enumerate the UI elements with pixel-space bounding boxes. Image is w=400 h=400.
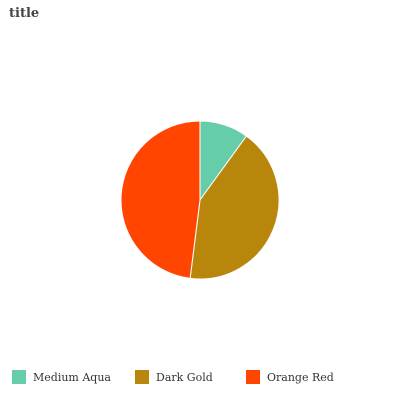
pie-slice-orange-red: [120, 120, 201, 279]
legend-label-orange-red: Orange Red: [267, 370, 334, 384]
legend-label-medium-aqua: Medium Aqua: [33, 370, 111, 384]
legend-swatch-medium-aqua: [12, 370, 26, 384]
legend-swatch-orange-red: [246, 370, 260, 384]
legend-item-dark-gold: Dark Gold: [135, 370, 213, 384]
pie-chart: [120, 120, 280, 280]
legend: Medium Aqua Dark Gold Orange Red: [0, 370, 400, 388]
legend-item-medium-aqua: Medium Aqua: [12, 370, 111, 384]
legend-label-dark-gold: Dark Gold: [156, 370, 213, 384]
legend-swatch-dark-gold: [135, 370, 149, 384]
legend-item-orange-red: Orange Red: [246, 370, 334, 384]
